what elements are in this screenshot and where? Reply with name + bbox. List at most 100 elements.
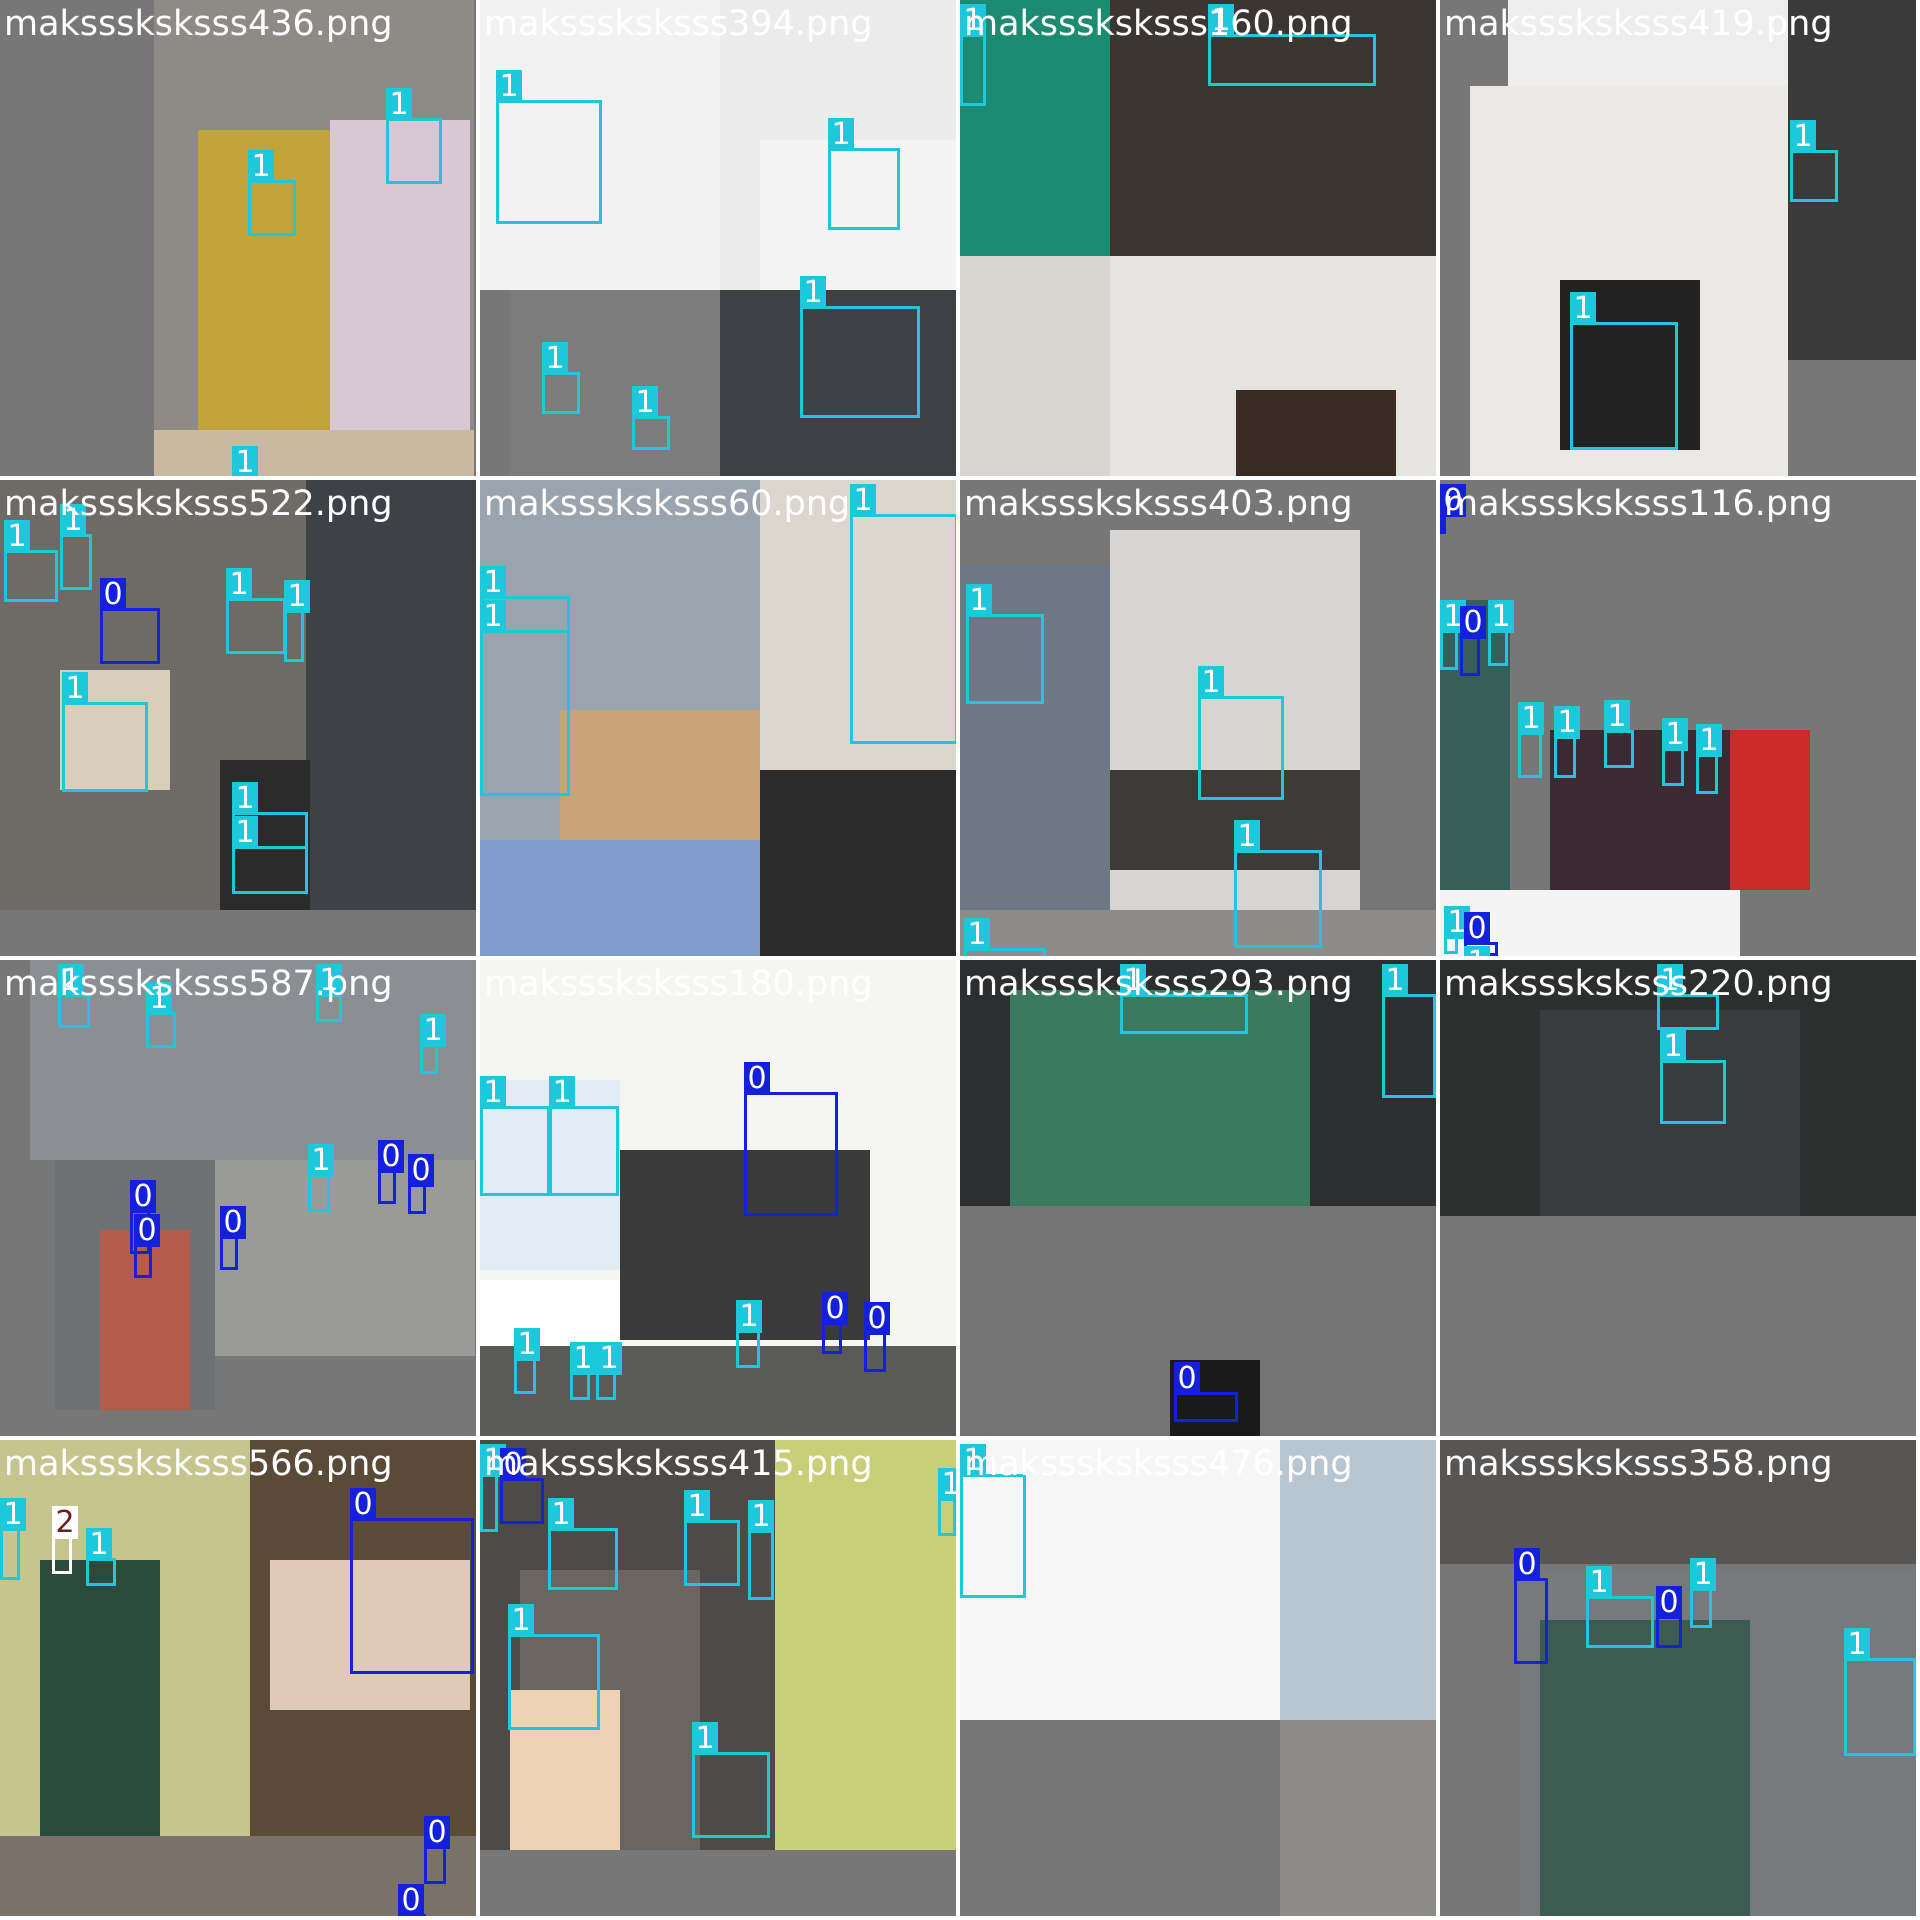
detection-box-class-1: 1 [549,1076,619,1196]
mosaic-tile: maksssksksss415.png 1 0 1 1 1 1 1 1 [480,1440,956,1916]
photo-crop [1540,1620,1750,1916]
class-label: 1 [1604,700,1630,733]
detection-box-class-1: 1 [1444,906,1470,954]
class-label: 1 [964,918,990,951]
detection-box-class-0: 0 [398,1884,426,1916]
photo-crop [1440,1440,1916,1564]
class-label: 1 [58,964,84,997]
class-label: 1 [1690,1558,1716,1591]
class-label: 1 [480,600,506,633]
detection-box-class-1: 1 [1198,666,1284,800]
class-label: 1 [850,484,876,517]
class-label: 1 [1696,724,1722,757]
detection-box-class-1: 1 [0,1498,26,1580]
detection-box-class-0: 0 [1514,1548,1548,1664]
class-label: 0 [130,1180,156,1213]
detection-box-class-1: 1 [4,520,58,602]
detection-box-class-1: 1 [1382,964,1436,1098]
class-label: 0 [424,1816,450,1849]
class-label: 0 [1440,484,1466,517]
class-label: 0 [1460,606,1486,639]
detection-box-class-1: 1 [284,580,310,662]
detection-box-class-1: 1 [1586,1566,1654,1648]
detection-box-class-1: 1 [548,1498,618,1590]
detection-box-class-1: 1 [1657,964,1719,1030]
class-label: 1 [1382,964,1408,997]
class-label: 0 [408,1154,434,1187]
class-label: 0 [1514,1548,1540,1581]
mosaic-tile: maksssksksss403.png 1 1 1 1 [960,480,1436,956]
mosaic-tile: maksssksksss180.png 1 1 0 1 1 1 1 0 0 [480,960,956,1436]
class-label: 1 [1657,964,1683,997]
class-label: 1 [1660,1030,1686,1063]
class-label: 1 [542,342,568,375]
detection-box-class-0: 0 [744,1062,838,1216]
detection-box-class-0: 0 [424,1816,450,1884]
photo-crop [40,1560,160,1836]
mosaic-tile: maksssksksss587.png 1 1 1 1 1 0 0 0 0 0 [0,960,476,1436]
photo-crop [480,1280,620,1346]
detection-box-class-1: 1 [480,1444,506,1532]
detection-box-class-1: 1 [1440,600,1466,670]
class-label: 1 [548,1498,574,1531]
class-label: 1 [86,1528,112,1561]
tile-filename: maksssksksss116.png [1444,484,1833,524]
class-label: 1 [62,672,88,705]
detection-box-class-1: 1 [232,816,308,894]
detection-box-class-0: 0 [408,1154,434,1214]
class-label: 1 [692,1722,718,1755]
detection-box-class-1: 1 [960,1444,1026,1598]
detection-mosaic: maksssksksss436.png 1 1 1 maksssksksss394.pn… [0,0,1920,1920]
detection-box-class-0: 0 [1656,1586,1682,1648]
mosaic-tile: maksssksksss394.png 1 1 1 1 1 [480,0,956,476]
class-label: 0 [500,1448,526,1481]
class-label: 1 [1570,292,1596,325]
detection-box-class-1: 1 [58,964,90,1028]
class-label: 1 [1554,706,1580,739]
class-label: 1 [1518,702,1544,735]
detection-box-class-1: 1 [966,584,1044,704]
class-label: 1 [748,1500,774,1533]
class-label: 0 [398,1884,424,1916]
detection-box-class-1: 1 [800,276,920,418]
class-label: 1 [938,1468,956,1501]
detection-box-class-1: 1 [960,4,986,106]
class-label: 1 [1790,120,1816,153]
class-label: 1 [1234,820,1260,853]
photo-crop [30,960,476,1160]
detection-box-class-1: 1 [1690,1558,1716,1628]
class-label: 1 [480,1076,506,1109]
class-label: 0 [100,578,126,611]
photo-crop [306,480,476,910]
detection-box-class-1: 1 [964,918,1046,956]
detection-box-class-1: 1 [226,568,286,654]
class-label: 0 [1174,1362,1200,1395]
photo-crop [1280,1720,1436,1916]
detection-box-class-0: 0 [220,1206,246,1270]
class-label: 0 [134,1214,160,1247]
detection-box-class-1: 1 [514,1328,540,1394]
detection-box-class-1: 1 [508,1604,600,1730]
class-label: 1 [232,782,258,815]
detection-box-class-1: 1 [86,1528,116,1586]
detection-box-class-0: 0 [100,578,160,664]
class-label: 1 [966,584,992,617]
photo-crop [154,430,474,476]
class-label: 0 [1464,912,1490,945]
class-label: 1 [800,276,826,309]
class-label: 1 [386,88,412,121]
detection-box-class-1: 1 [632,386,670,450]
detection-box-class-1: 1 [1208,4,1376,86]
class-label: 1 [514,1328,540,1361]
mosaic-tile: maksssksksss60.png 1 1 1 [480,480,956,956]
photo-crop [215,1160,475,1356]
class-label: 1 [960,4,986,37]
mosaic-tile: maksssksksss436.png 1 1 1 [0,0,476,476]
class-label: 1 [308,1144,334,1177]
class-label: 1 [316,964,342,997]
mosaic-tile: maksssksksss293.png 1 1 0 [960,960,1436,1436]
detection-box-class-1: 1 [828,118,900,230]
detection-box-class-1: 1 [1488,600,1514,666]
detection-box-class-0: 0 [1440,484,1466,534]
mosaic-tile: maksssksksss566.png 1 2 1 0 0 0 [0,1440,476,1916]
